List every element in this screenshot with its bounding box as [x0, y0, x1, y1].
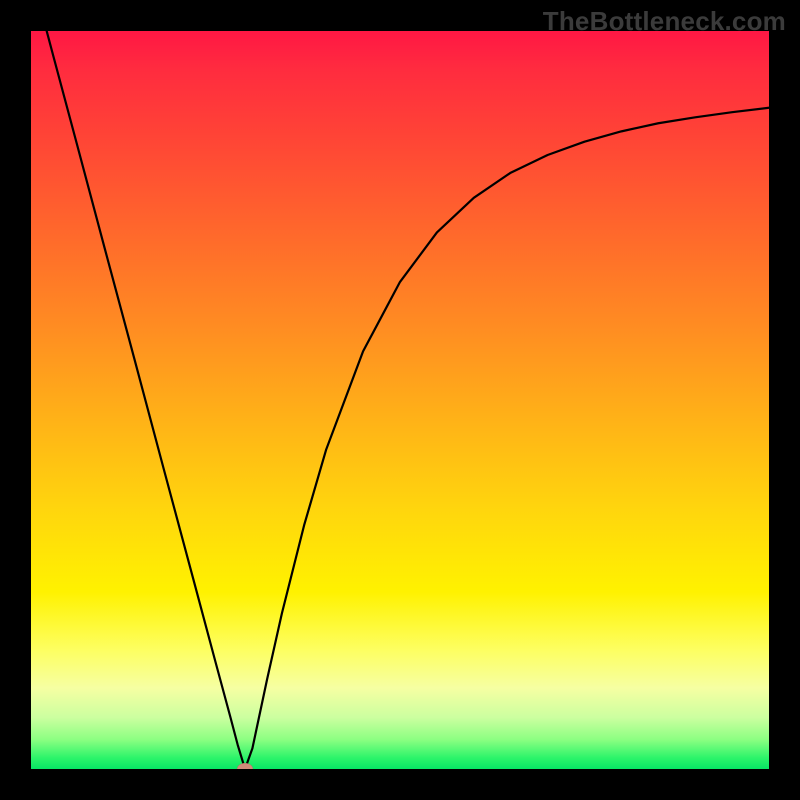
plot-area	[31, 31, 769, 769]
optimum-marker	[237, 763, 253, 769]
chart-frame: TheBottleneck.com	[0, 0, 800, 800]
bottleneck-curve	[31, 31, 769, 769]
